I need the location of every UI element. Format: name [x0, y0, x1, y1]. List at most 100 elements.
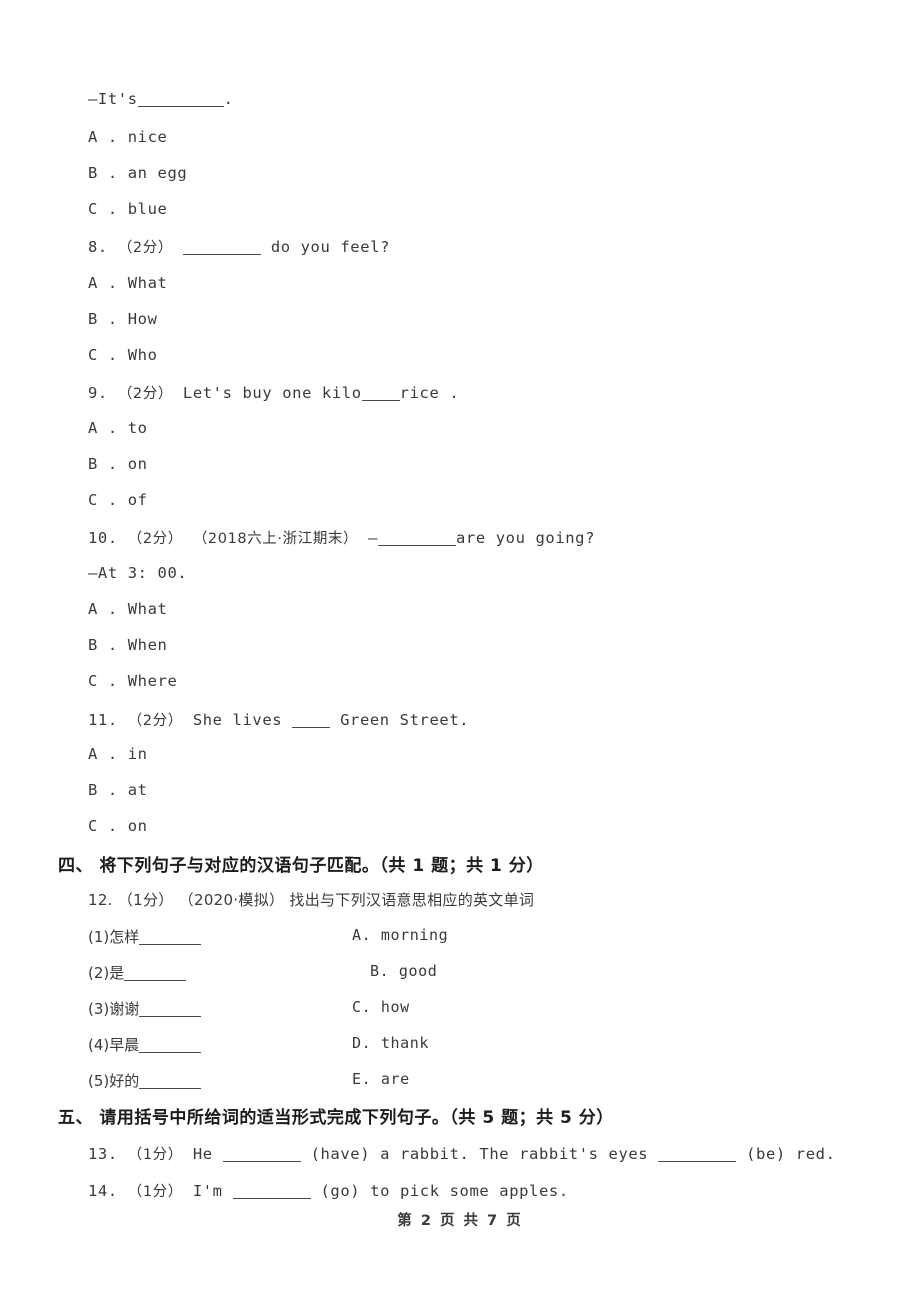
question-text: (be) red.: [746, 1145, 836, 1163]
answer-blank[interactable]: [361, 400, 400, 401]
option-row[interactable]: C . on: [88, 817, 148, 835]
option-row[interactable]: A . What: [88, 274, 167, 292]
question-number: 8.: [88, 238, 108, 256]
answer-blank[interactable]: [378, 545, 456, 546]
question-marks: （2分）: [117, 386, 173, 402]
section-heading-four: 四、 将下列句子与对应的汉语句子匹配。（共 1 题；共 1 分）: [58, 856, 544, 876]
option-row[interactable]: B . on: [88, 455, 148, 473]
question-marks: （1分）: [117, 891, 174, 909]
match-right-item[interactable]: B. good: [370, 962, 437, 980]
option-label: B . at: [88, 781, 148, 799]
option-label: C . on: [88, 817, 148, 835]
option-label: B . an egg: [88, 164, 188, 182]
option-label: B . How: [88, 310, 158, 328]
answer-blank[interactable]: [139, 1016, 202, 1017]
option-row[interactable]: C . blue: [88, 200, 167, 218]
exam-page: —It's. A . nice B . an egg C . blue 8. （…: [0, 0, 920, 1302]
section-heading-five: 五、 请用括号中所给词的适当形式完成下列句子。（共 5 题；共 5 分）: [58, 1108, 614, 1128]
question-text: I'm: [192, 1182, 223, 1200]
carryover-stem-text: —It's: [88, 90, 138, 108]
question-marks: （2分）: [127, 713, 183, 729]
match-left-item: (1)怎样: [88, 926, 202, 947]
match-right-label: A. morning: [352, 926, 449, 944]
option-row[interactable]: C . of: [88, 491, 148, 509]
question-text: (have) a rabbit. The rabbit's eyes: [310, 1145, 649, 1163]
option-row[interactable]: A . to: [88, 419, 148, 437]
option-row[interactable]: C . Where: [88, 672, 177, 690]
option-row[interactable]: C . Who: [88, 346, 158, 364]
option-row[interactable]: B . How: [88, 310, 158, 328]
question-text-tail: rice .: [399, 384, 460, 402]
option-label: B . When: [88, 636, 168, 654]
option-label: C . of: [88, 491, 148, 509]
match-right-item[interactable]: E. are: [352, 1070, 410, 1088]
option-row[interactable]: B . When: [88, 636, 167, 654]
question-text-tail: are you going?: [456, 529, 596, 547]
answer-blank[interactable]: [222, 1161, 301, 1162]
match-right-item[interactable]: A. morning: [352, 926, 448, 944]
match-left-item: (2)是: [88, 962, 187, 983]
question-text: (go) to pick some apples.: [320, 1182, 569, 1200]
question-source: （2020·模拟）: [178, 891, 285, 909]
question-continuation-10: —At 3: 00.: [88, 564, 187, 582]
answer-blank[interactable]: [232, 1198, 311, 1199]
question-marks: （2分）: [127, 531, 183, 547]
answer-blank[interactable]: [658, 1161, 737, 1162]
match-left-item: (4)早晨: [88, 1034, 202, 1055]
option-row[interactable]: B . an egg: [88, 164, 187, 182]
question-marks: （2分）: [117, 240, 173, 256]
page-footer: 第 2 页 共 7 页: [397, 1213, 523, 1229]
option-row[interactable]: B . at: [88, 781, 148, 799]
option-label: A . What: [88, 600, 168, 618]
answer-blank[interactable]: [139, 1052, 202, 1053]
match-right-item[interactable]: D. thank: [352, 1034, 429, 1052]
option-row[interactable]: A . What: [88, 600, 167, 618]
question-number: 12.: [88, 891, 113, 909]
match-left-item: (3)谢谢: [88, 998, 202, 1019]
question-text-tail: Green Street.: [340, 711, 470, 729]
option-label: C . blue: [88, 200, 168, 218]
match-right-label: B. good: [370, 962, 438, 980]
match-left-label: (4)早晨: [88, 1036, 140, 1054]
match-right-label: E. are: [352, 1070, 410, 1088]
question-source: （2018六上·浙江期末）: [192, 531, 359, 547]
option-label: C . Where: [88, 672, 178, 690]
question-marks: （1分）: [127, 1147, 183, 1163]
match-left-label: (3)谢谢: [88, 1000, 140, 1018]
option-label: B . on: [88, 455, 148, 473]
question-number: 11.: [88, 711, 118, 729]
carryover-stem: —It's.: [88, 90, 234, 108]
option-row[interactable]: A . nice: [88, 128, 167, 146]
option-label: A . in: [88, 745, 148, 763]
answer-blank[interactable]: [182, 254, 261, 255]
match-left-label: (5)好的: [88, 1072, 140, 1090]
option-label: C . Who: [88, 346, 158, 364]
question-stem-14: 14. （1分） I'm (go) to pick some apples.: [88, 1180, 569, 1201]
question-number: 14.: [88, 1182, 118, 1200]
match-left-item: (5)好的: [88, 1070, 202, 1091]
question-number: 13.: [88, 1145, 118, 1163]
option-row[interactable]: A . in: [88, 745, 148, 763]
match-right-label: D. thank: [352, 1034, 430, 1052]
option-label: A . to: [88, 419, 148, 437]
question-stem-8: 8. （2分） do you feel?: [88, 236, 390, 257]
question-text: Let's buy one kilo: [182, 384, 362, 402]
match-left-label: (2)是: [88, 964, 125, 982]
answer-blank[interactable]: [137, 106, 224, 107]
question-prompt: 找出与下列汉语意思相应的英文单词: [289, 891, 535, 909]
question-marks: （1分）: [127, 1184, 183, 1200]
question-stem-11: 11. （2分） She lives Green Street.: [88, 709, 469, 730]
question-text: do you feel?: [270, 238, 391, 256]
carryover-stem-tail: .: [223, 90, 234, 108]
option-label: A . nice: [88, 128, 168, 146]
answer-blank[interactable]: [139, 944, 202, 945]
answer-blank[interactable]: [139, 1088, 202, 1089]
answer-blank[interactable]: [124, 980, 187, 981]
question-number: 10.: [88, 529, 118, 547]
option-label: A . What: [88, 274, 168, 292]
answer-blank[interactable]: [292, 727, 331, 728]
question-stem-12: 12. （1分） （2020·模拟） 找出与下列汉语意思相应的英文单词: [88, 889, 534, 910]
question-stem-13: 13. （1分） He (have) a rabbit. The rabbit'…: [88, 1143, 836, 1164]
match-right-item[interactable]: C. how: [352, 998, 410, 1016]
question-text: She lives: [192, 711, 283, 729]
